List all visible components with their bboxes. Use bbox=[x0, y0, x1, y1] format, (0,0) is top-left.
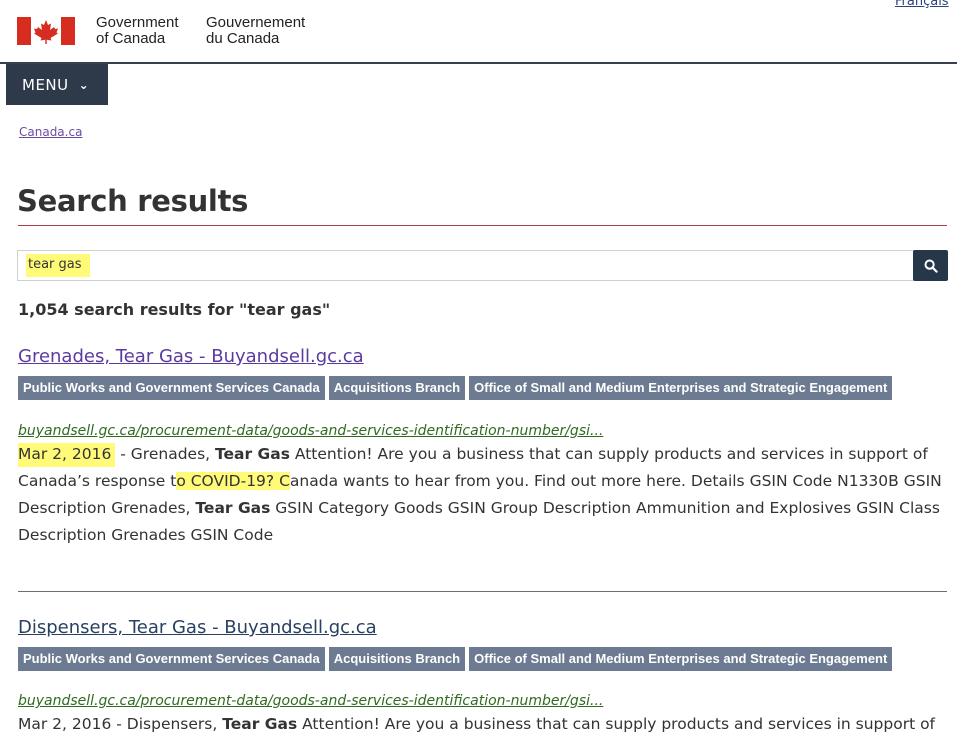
result-description: Mar 2, 2016 - Dispensers, Tear Gas Atten… bbox=[18, 715, 936, 733]
result-date: Mar 2, 2016 bbox=[18, 715, 112, 733]
menu-button[interactable]: MENU ⌄ bbox=[6, 64, 108, 105]
search-result: Dispensers, Tear Gas - Buyandsell.gc.ca … bbox=[18, 617, 948, 738]
page-title: Search results bbox=[17, 184, 249, 218]
result-date: Mar 2, 2016 bbox=[18, 443, 116, 467]
result-tag: Public Works and Government Services Can… bbox=[18, 647, 325, 671]
search-button[interactable] bbox=[913, 250, 948, 281]
search-icon bbox=[924, 259, 938, 273]
title-divider bbox=[18, 225, 947, 226]
result-tag: Office of Small and Medium Enterprises a… bbox=[469, 376, 893, 400]
header-divider bbox=[0, 62, 957, 64]
search-input-value: tear gas bbox=[26, 254, 90, 277]
result-url[interactable]: buyandsell.gc.ca/procurement-data/goods-… bbox=[18, 423, 948, 439]
result-tag: Office of Small and Medium Enterprises a… bbox=[469, 647, 893, 671]
signature-french: Gouvernement du Canada bbox=[206, 14, 306, 47]
result-divider bbox=[18, 591, 947, 592]
results-count: 1,054 search results for "tear gas" bbox=[18, 300, 331, 319]
gc-header: Government of Canada Gouvernement du Can… bbox=[0, 0, 957, 64]
result-tag: Acquisitions Branch bbox=[328, 376, 466, 400]
breadcrumb-canada-link[interactable]: Canada.ca bbox=[19, 125, 82, 139]
highlight: o COVID-19? C bbox=[176, 472, 290, 490]
result-tags: Public Works and Government Services Can… bbox=[18, 376, 948, 400]
chevron-down-icon: ⌄ bbox=[78, 77, 90, 92]
signature-english: Government of Canada bbox=[96, 14, 179, 47]
result-description: Mar 2, 2016 - Grenades, Tear Gas Attenti… bbox=[18, 443, 942, 544]
result-tag: Acquisitions Branch bbox=[328, 647, 466, 671]
result-url[interactable]: buyandsell.gc.ca/procurement-data/goods-… bbox=[18, 693, 948, 709]
result-tag: Public Works and Government Services Can… bbox=[18, 376, 325, 400]
canada-flag-logo[interactable] bbox=[17, 17, 75, 45]
search-input[interactable]: tear gas bbox=[17, 250, 914, 281]
menu-label: MENU bbox=[22, 75, 69, 94]
result-title-link[interactable]: Dispensers, Tear Gas - Buyandsell.gc.ca bbox=[18, 617, 377, 638]
result-title-link[interactable]: Grenades, Tear Gas - Buyandsell.gc.ca bbox=[18, 346, 364, 367]
search-result: Grenades, Tear Gas - Buyandsell.gc.ca Pu… bbox=[18, 346, 948, 549]
result-tags: Public Works and Government Services Can… bbox=[18, 647, 948, 671]
search-bar: tear gas bbox=[17, 250, 948, 281]
